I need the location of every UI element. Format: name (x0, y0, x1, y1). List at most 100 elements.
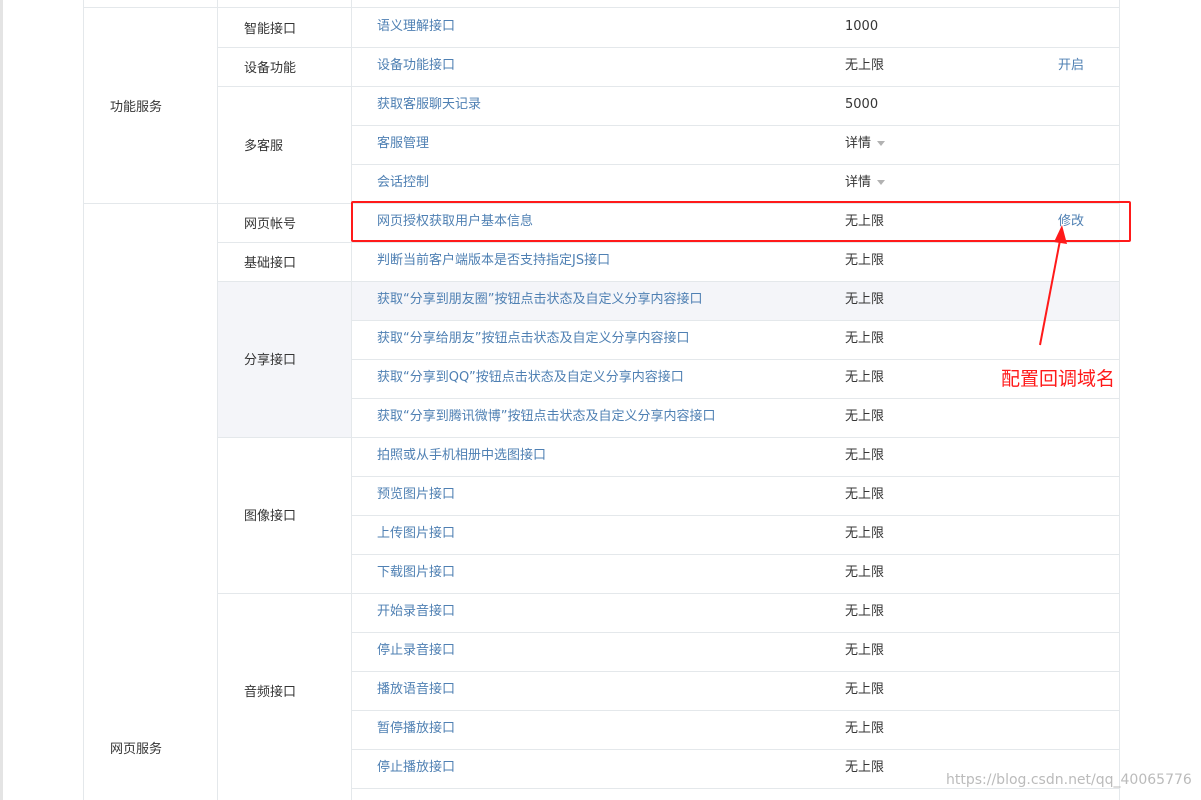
group-cell: 网页帐号 (218, 203, 351, 242)
row-divider (352, 320, 1120, 321)
group-cell: 多客服 (218, 86, 351, 203)
category-cell: 网页服务 (84, 203, 217, 800)
row-divider (352, 554, 1120, 555)
quota-text: 无上限 (845, 643, 885, 658)
group-cell: 图像接口 (218, 437, 351, 593)
row-divider (83, 203, 218, 204)
caret-down-icon (877, 141, 886, 146)
row-divider (352, 749, 1120, 750)
interface-name-link[interactable]: 获取“分享给朋友”按钮点击状态及自定义分享内容接口 (377, 329, 689, 349)
quota-text: 无上限 (845, 682, 885, 697)
group-label: 设备功能 (244, 60, 297, 76)
interface-name-link[interactable]: 停止录音接口 (377, 641, 455, 661)
quota-value: 无上限 (845, 290, 884, 310)
quota-value: 无上限 (845, 563, 884, 583)
group-cell: 基础接口 (218, 242, 351, 281)
row-divider (352, 710, 1120, 711)
interface-name-link[interactable]: 上传图片接口 (377, 524, 455, 544)
quota-text: 5000 (845, 97, 879, 112)
interface-name-link[interactable]: 预览图片接口 (377, 485, 455, 505)
group-label: 网页帐号 (244, 216, 297, 232)
row-divider (352, 359, 1120, 360)
quota-text: 无上限 (845, 565, 885, 580)
row-divider (352, 242, 1120, 243)
quota-text: 无上限 (845, 331, 885, 346)
interface-name-link[interactable]: 判断当前客户端版本是否支持指定JS接口 (377, 251, 610, 271)
row-divider (218, 203, 352, 204)
quota-text: 详情 (845, 136, 872, 151)
page-left-edge (0, 0, 3, 800)
row-divider (218, 86, 352, 87)
watermark: https://blog.csdn.net/qq_40065776 (946, 772, 1192, 788)
quota-value: 无上限 (845, 329, 884, 349)
quota-value: 无上限 (845, 251, 884, 271)
details-dropdown[interactable]: 详情 (845, 134, 886, 154)
category-label: 网页服务 (110, 742, 163, 757)
quota-value: 5000 (845, 95, 878, 115)
group-cell: 智能接口 (218, 8, 351, 47)
category-cell: 功能服务 (84, 8, 217, 203)
interface-name-link[interactable]: 语义理解接口 (377, 17, 455, 37)
interface-name-link[interactable]: 获取“分享到腾讯微博”按钮点击状态及自定义分享内容接口 (377, 407, 715, 427)
interface-name-link[interactable]: 下载图片接口 (377, 563, 455, 583)
interface-name-link[interactable]: 开始录音接口 (377, 602, 455, 622)
quota-text: 无上限 (845, 526, 885, 541)
row-divider (218, 437, 352, 438)
group-cell: 音频接口 (218, 593, 351, 788)
group-label: 智能接口 (244, 21, 297, 37)
quota-text: 无上限 (845, 448, 885, 463)
interface-name-link[interactable]: 播放语音接口 (377, 680, 455, 700)
interface-name-link[interactable]: 会话控制 (377, 173, 429, 193)
quota-value: 无上限 (845, 602, 884, 622)
group-cell: 分享接口 (218, 281, 351, 437)
row-divider (352, 593, 1120, 594)
group-label: 基础接口 (244, 255, 297, 271)
group-label: 音频接口 (244, 684, 297, 700)
row-divider (352, 671, 1120, 672)
quota-value: 无上限 (845, 719, 884, 739)
row-divider (352, 788, 1120, 789)
quota-text: 无上限 (845, 760, 885, 775)
group-cell: 设备功能 (218, 47, 351, 86)
interface-name-link[interactable]: 拍照或从手机相册中选图接口 (377, 446, 546, 466)
group-label: 图像接口 (244, 509, 297, 524)
quota-value: 无上限 (845, 524, 884, 544)
row-divider (218, 47, 352, 48)
quota-value: 无上限 (845, 407, 884, 427)
quota-text: 1000 (845, 19, 879, 34)
interface-name-link[interactable]: 设备功能接口 (377, 56, 455, 76)
quota-text: 无上限 (845, 487, 885, 502)
interface-name-link[interactable]: 暂停播放接口 (377, 719, 455, 739)
quota-text: 无上限 (845, 409, 885, 424)
row-divider (352, 164, 1120, 165)
row-divider (352, 398, 1120, 399)
row-divider (83, 7, 1120, 8)
row-divider (352, 47, 1120, 48)
interface-name-link[interactable]: 停止播放接口 (377, 758, 455, 778)
interface-name-link[interactable]: 获取“分享到QQ”按钮点击状态及自定义分享内容接口 (377, 368, 684, 388)
row-divider (218, 593, 352, 594)
interface-name-link[interactable]: 客服管理 (377, 134, 429, 154)
quota-text: 无上限 (845, 604, 885, 619)
row-divider (352, 437, 1120, 438)
quota-value: 无上限 (845, 641, 884, 661)
category-label: 功能服务 (110, 100, 163, 115)
row-divider (218, 242, 352, 243)
column-divider (1119, 0, 1120, 800)
quota-value: 无上限 (845, 758, 884, 778)
row-divider (352, 515, 1120, 516)
quota-value: 无上限 (845, 485, 884, 505)
quota-value: 无上限 (845, 680, 884, 700)
caret-down-icon (877, 180, 886, 185)
quota-text: 无上限 (845, 292, 885, 307)
interface-name-link[interactable]: 获取“分享到朋友圈”按钮点击状态及自定义分享内容接口 (377, 290, 702, 310)
interface-name-link[interactable]: 获取客服聊天记录 (377, 95, 481, 115)
quota-text: 无上限 (845, 370, 885, 385)
quota-text: 无上限 (845, 721, 885, 736)
interface-permissions-table: 功能服务网页服务 智能接口设备功能多客服网页帐号基础接口分享接口图像接口音频接口 语… (83, 0, 1120, 800)
quota-value: 无上限 (845, 446, 884, 466)
details-dropdown[interactable]: 详情 (845, 173, 886, 193)
row-divider (352, 632, 1120, 633)
row-action-link[interactable]: 开启 (1058, 56, 1084, 76)
quota-text: 详情 (845, 175, 872, 190)
